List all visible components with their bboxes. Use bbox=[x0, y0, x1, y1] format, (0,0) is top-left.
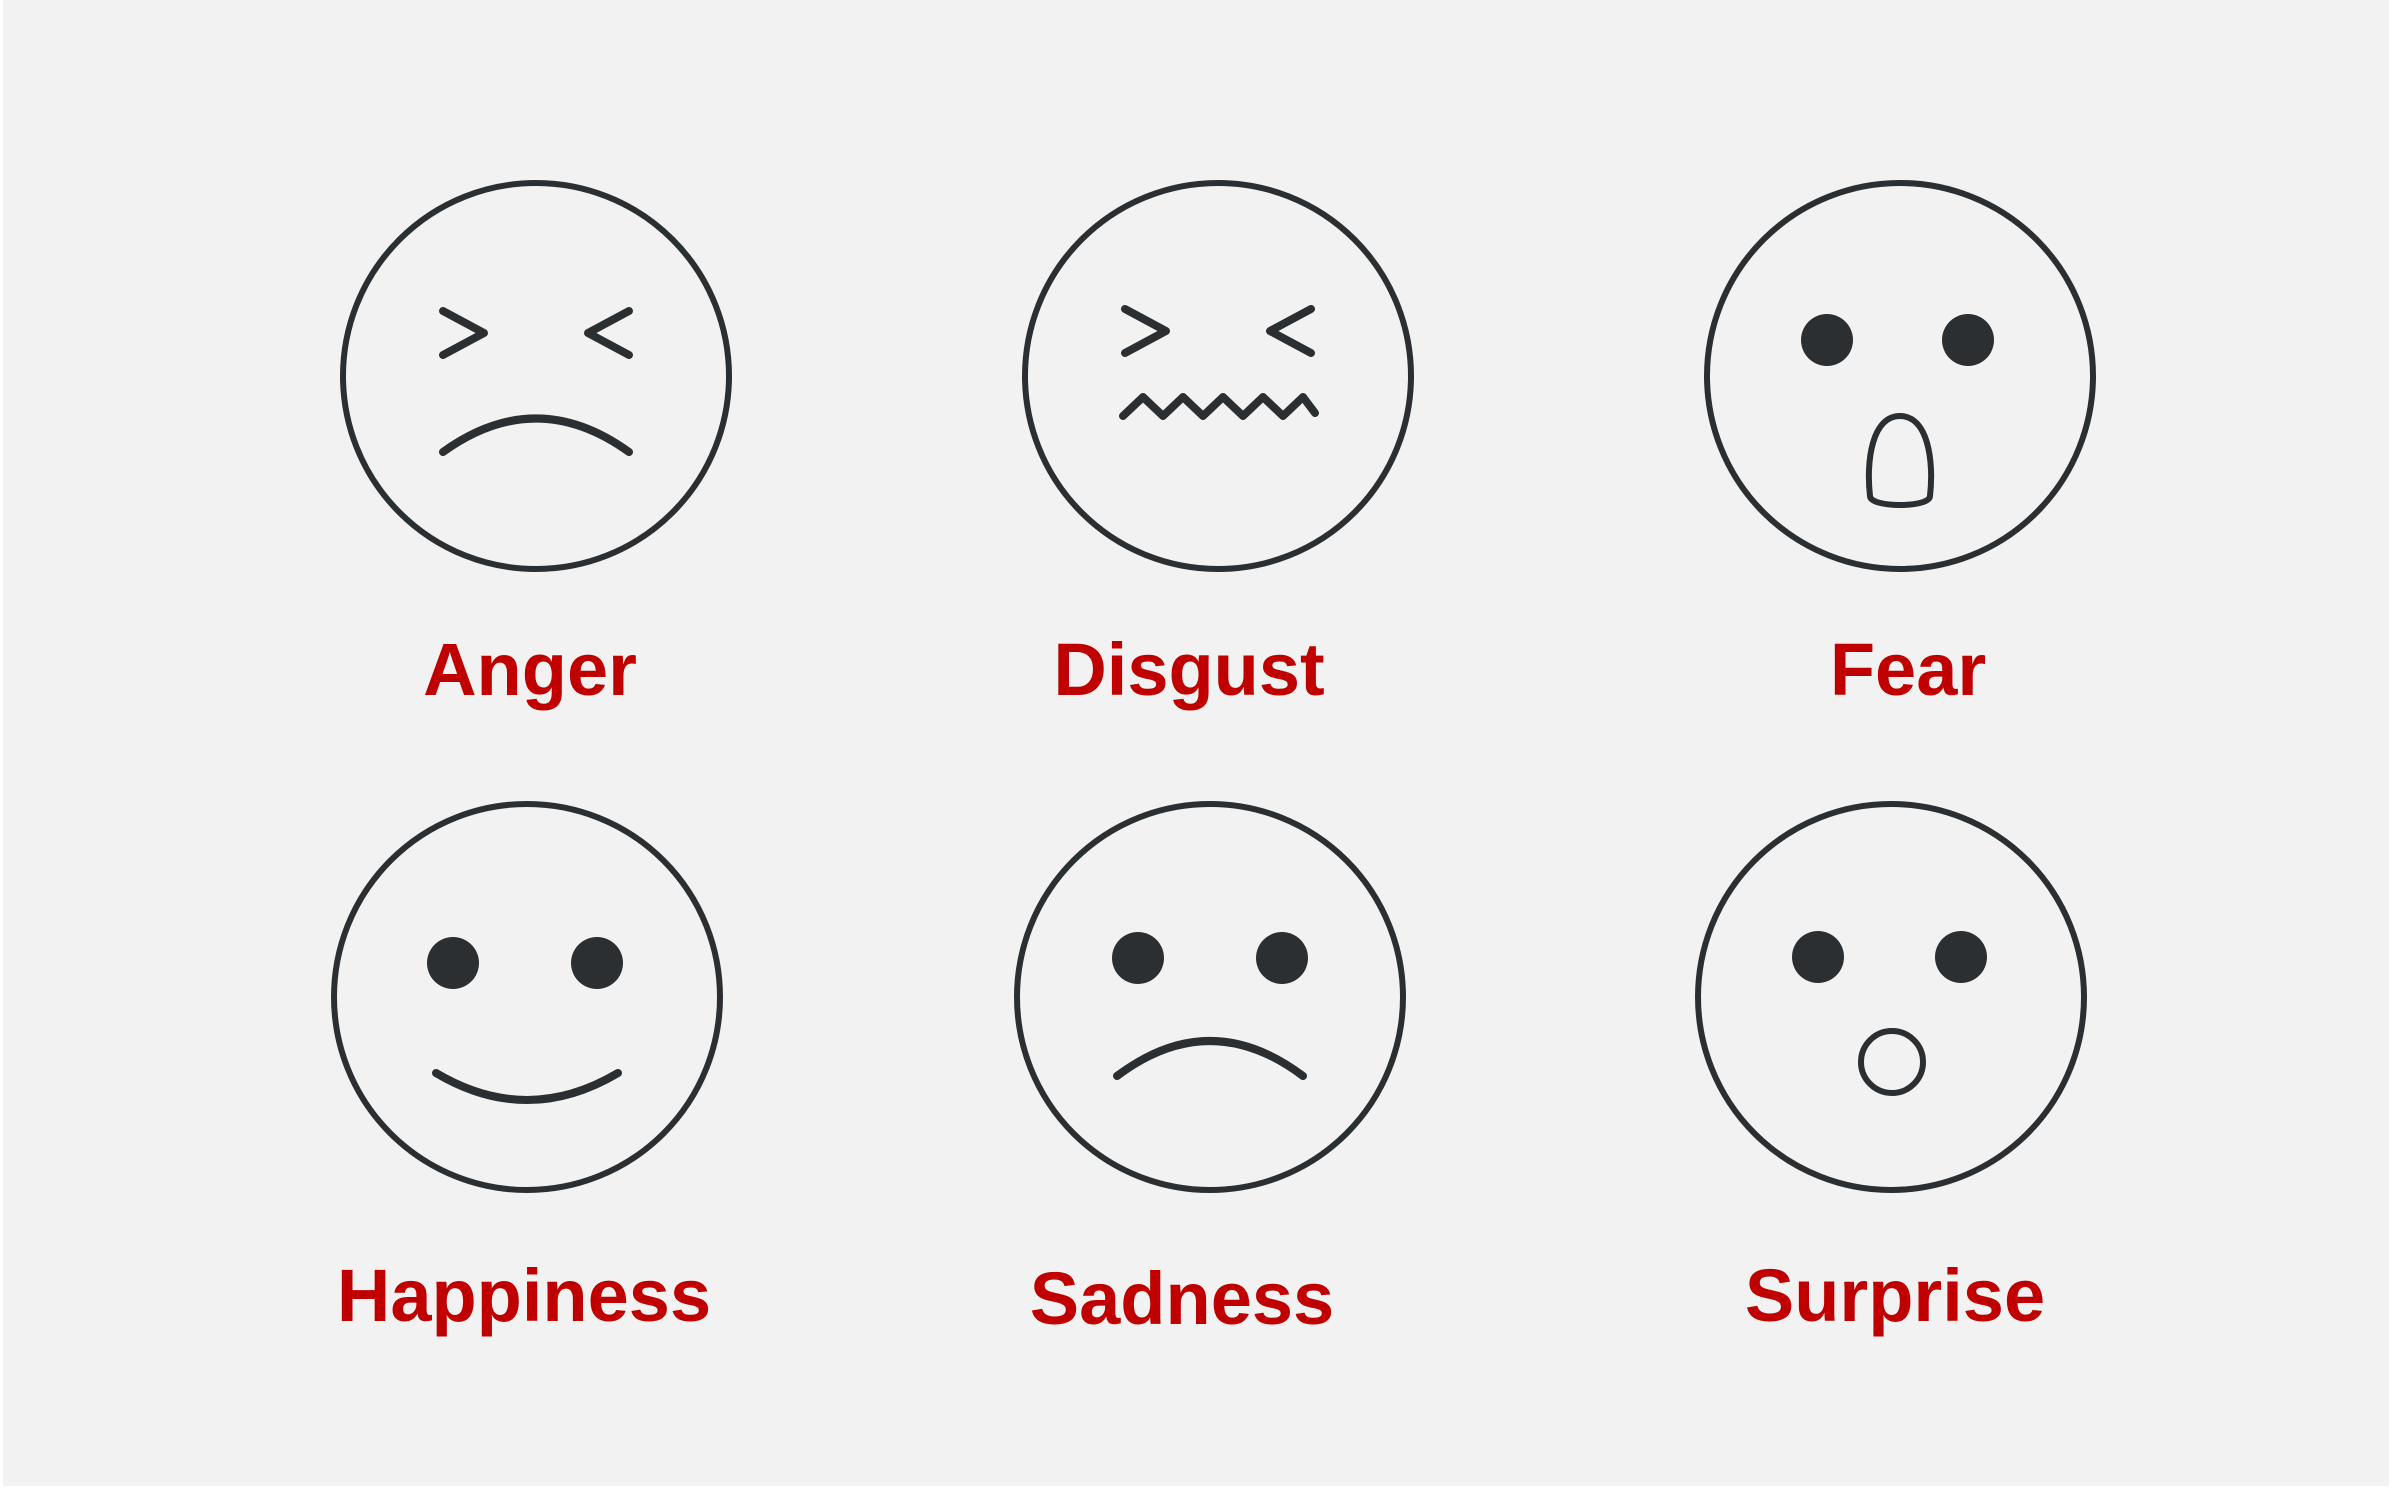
face-outline bbox=[1695, 801, 2087, 1193]
smile-mouth bbox=[432, 1069, 622, 1104]
label-sadness: Sadness bbox=[1029, 1257, 1335, 1340]
label-surprise: Surprise bbox=[1744, 1254, 2046, 1337]
right-eye bbox=[571, 937, 623, 989]
left-eye bbox=[1801, 314, 1853, 366]
fearful-face-icon bbox=[1700, 176, 2100, 576]
right-squint-eye bbox=[584, 307, 633, 359]
left-squint-eye bbox=[439, 307, 488, 359]
sad-face-icon bbox=[1010, 797, 1410, 1197]
left-squint-eye bbox=[1121, 305, 1170, 357]
face-outline bbox=[1704, 180, 2096, 572]
frown-mouth bbox=[439, 414, 633, 456]
frown-mouth bbox=[1113, 1037, 1307, 1080]
right-eye bbox=[1256, 932, 1308, 984]
angry-face-icon bbox=[336, 176, 736, 576]
label-fear: Fear bbox=[1829, 628, 1987, 711]
emotion-chart: Anger Disgust Fear Happiness Sadness Sur… bbox=[3, 0, 2389, 1486]
left-eye bbox=[1112, 932, 1164, 984]
label-happiness: Happiness bbox=[336, 1254, 712, 1337]
left-eye bbox=[427, 937, 479, 989]
right-squint-eye bbox=[1266, 305, 1315, 357]
right-eye bbox=[1935, 931, 1987, 983]
face-outline bbox=[1014, 801, 1406, 1193]
disgusted-face-icon bbox=[1018, 176, 1418, 576]
happy-face-icon bbox=[327, 797, 727, 1197]
face-outline bbox=[1022, 180, 1414, 572]
round-mouth bbox=[1858, 1028, 1926, 1096]
right-eye bbox=[1942, 314, 1994, 366]
surprised-face-icon bbox=[1691, 797, 2091, 1197]
face-outline bbox=[331, 801, 723, 1193]
zigzag-mouth bbox=[1119, 393, 1319, 420]
left-eye bbox=[1792, 931, 1844, 983]
label-disgust: Disgust bbox=[1053, 628, 1325, 711]
label-anger: Anger bbox=[423, 628, 637, 711]
face-outline bbox=[340, 180, 732, 572]
open-mouth bbox=[1865, 412, 1935, 508]
